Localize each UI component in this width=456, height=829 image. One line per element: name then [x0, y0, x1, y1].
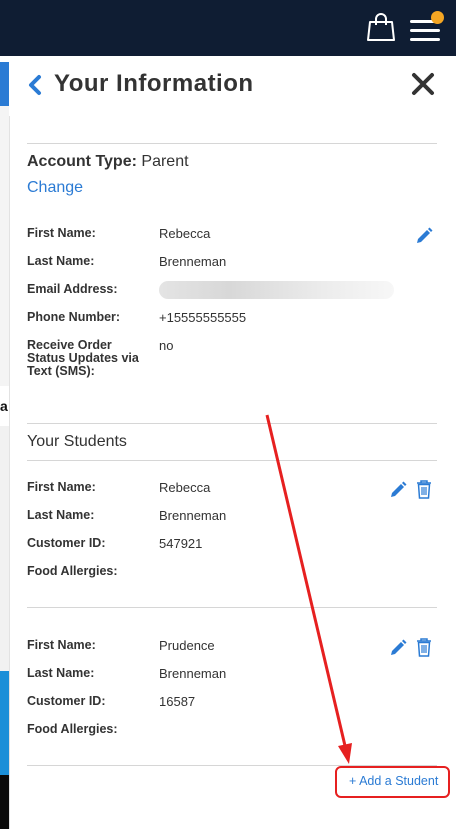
menu-line [410, 29, 440, 32]
sms-label: Receive Order Status Updates via Text (S… [27, 338, 139, 378]
menu-line [410, 38, 440, 41]
student-food-allergies-label: Food Allergies: [27, 722, 118, 736]
phone-value: +15555555555 [159, 310, 247, 325]
student-first-name-value: Rebecca [159, 480, 211, 495]
account-type-label: Account Type: [27, 153, 137, 170]
sms-value: no [159, 338, 174, 353]
divider [27, 423, 437, 424]
background-strip [0, 775, 9, 829]
shopping-bag-icon[interactable] [366, 12, 396, 42]
divider [27, 460, 437, 461]
background-strip [0, 106, 9, 386]
student-last-name-label: Last Name: [27, 666, 95, 680]
change-account-type-link[interactable]: Change [27, 179, 83, 197]
back-chevron-icon[interactable] [25, 72, 45, 98]
student-first-name-label: First Name: [27, 638, 96, 652]
email-value-redacted [159, 281, 394, 299]
annotation-highlight-box [335, 766, 450, 798]
student-first-name-value: Prudence [159, 638, 215, 653]
student-first-name-label: First Name: [27, 480, 96, 494]
divider [27, 143, 437, 144]
background-partial-text: a [0, 398, 8, 414]
student-customer-id-value: 547921 [159, 536, 203, 551]
student-last-name-value: Brenneman [159, 666, 227, 681]
student-last-name-value: Brenneman [159, 508, 227, 523]
edit-pencil-icon[interactable] [389, 481, 407, 499]
background-strip [0, 62, 9, 106]
notification-dot [431, 11, 444, 24]
account-type: Account Type: Parent [27, 153, 189, 171]
first-name-value: Rebecca [159, 226, 211, 241]
close-icon[interactable] [410, 71, 436, 97]
panel-edge [9, 116, 10, 829]
student-food-allergies-label: Food Allergies: [27, 564, 118, 578]
panel-title: Your Information [54, 70, 254, 97]
last-name-value: Brenneman [159, 254, 227, 269]
first-name-label: First Name: [27, 226, 96, 240]
last-name-label: Last Name: [27, 254, 95, 268]
student-customer-id-label: Customer ID: [27, 536, 106, 550]
phone-label: Phone Number: [27, 310, 121, 324]
hamburger-menu-icon[interactable] [408, 11, 444, 44]
your-information-panel: Your Information Account Type: Parent Ch… [9, 56, 456, 829]
divider [27, 607, 437, 608]
edit-pencil-icon[interactable] [415, 227, 433, 245]
student-customer-id-value: 16587 [159, 694, 196, 709]
background-strip [0, 671, 9, 775]
trash-icon[interactable] [416, 638, 432, 657]
email-label: Email Address: [27, 282, 118, 296]
account-type-value: Parent [141, 153, 189, 170]
background-strip [0, 426, 9, 671]
edit-pencil-icon[interactable] [389, 639, 407, 657]
student-customer-id-label: Customer ID: [27, 694, 106, 708]
panel-header: Your Information [9, 56, 456, 116]
students-section-title: Your Students [27, 433, 127, 450]
student-last-name-label: Last Name: [27, 508, 95, 522]
trash-icon[interactable] [416, 480, 432, 499]
